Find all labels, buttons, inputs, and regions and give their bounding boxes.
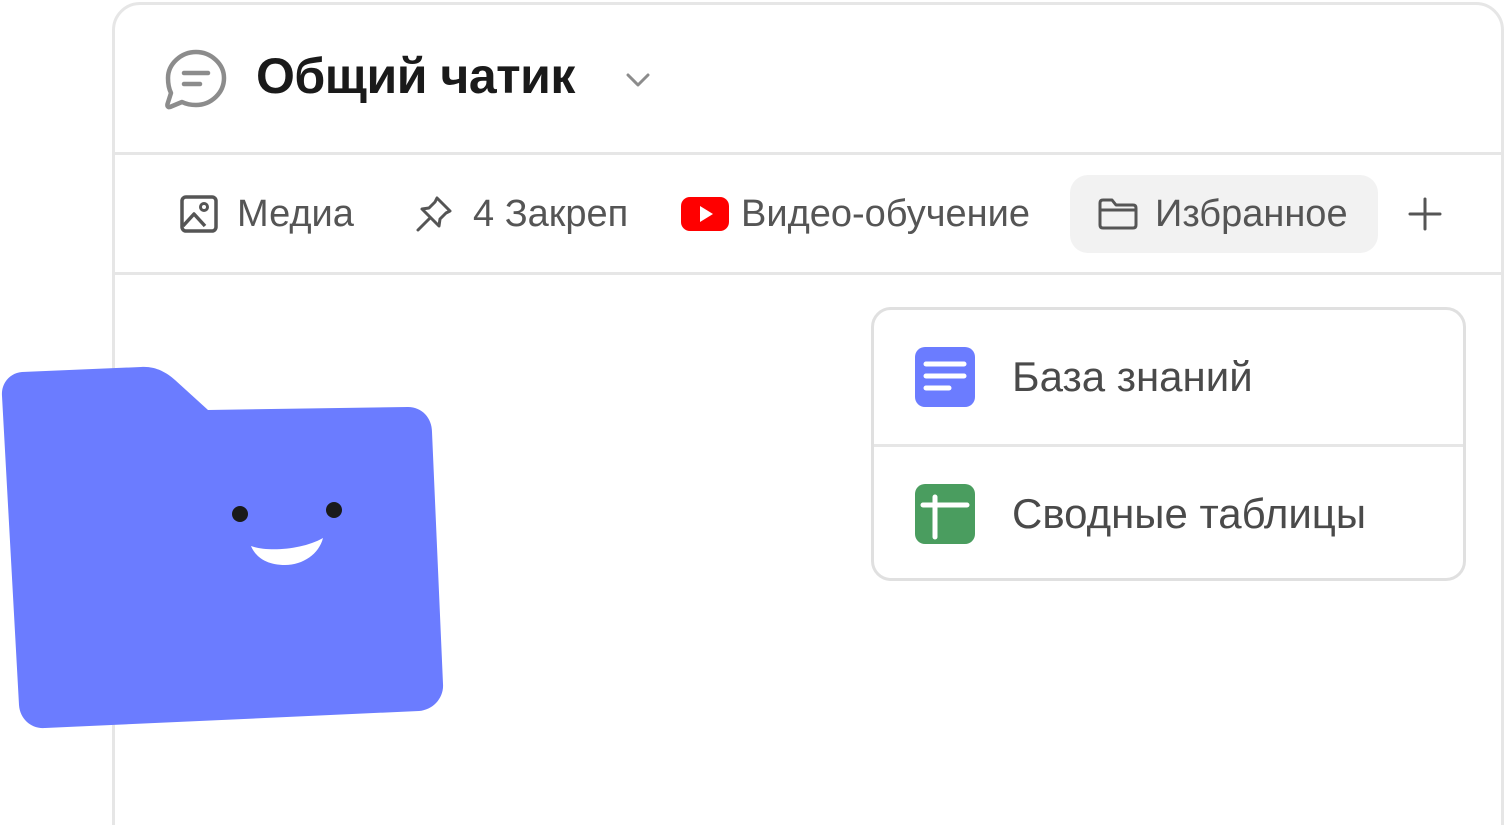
pin-icon: [416, 196, 452, 232]
stage: Общий чатик Медиа 4 Закреп Видео-обучени…: [0, 0, 1507, 825]
tab-video-label: Видео-обучение: [741, 192, 1031, 235]
chevron-down-icon[interactable]: [623, 69, 653, 91]
dropdown-item-label: База знаний: [1012, 353, 1253, 400]
tab-media[interactable]: Медиа: [179, 175, 354, 253]
smiling-folder-mascot: [1, 366, 444, 729]
image-icon: [180, 195, 218, 233]
table-icon: [915, 484, 975, 544]
document-icon: [915, 347, 975, 407]
tab-favorites[interactable]: Избранное: [1070, 175, 1378, 253]
dropdown-item-knowledge-base[interactable]: База знаний: [874, 310, 1463, 447]
tab-media-label: Медиа: [237, 192, 354, 235]
favorites-dropdown: База знаний Сводные таблицы: [871, 307, 1466, 581]
dropdown-item-label: Сводные таблицы: [1012, 490, 1367, 537]
chat-title[interactable]: Общий чатик: [256, 47, 575, 105]
dropdown-item-pivot-tables[interactable]: Сводные таблицы: [874, 447, 1463, 578]
tab-pinned[interactable]: 4 Закреп: [413, 175, 628, 253]
tab-bar: Медиа 4 Закреп Видео-обучение Избранное: [115, 155, 1501, 275]
chat-header: Общий чатик: [115, 5, 1501, 155]
plus-icon[interactable]: [1406, 195, 1444, 233]
folder-icon: [1098, 198, 1138, 230]
tab-favorites-label: Избранное: [1155, 192, 1348, 235]
chat-bubble-icon: [165, 49, 227, 110]
youtube-icon: [681, 197, 729, 231]
tab-pinned-label: 4 Закреп: [473, 192, 629, 235]
tab-video[interactable]: Видео-обучение: [681, 175, 1030, 253]
